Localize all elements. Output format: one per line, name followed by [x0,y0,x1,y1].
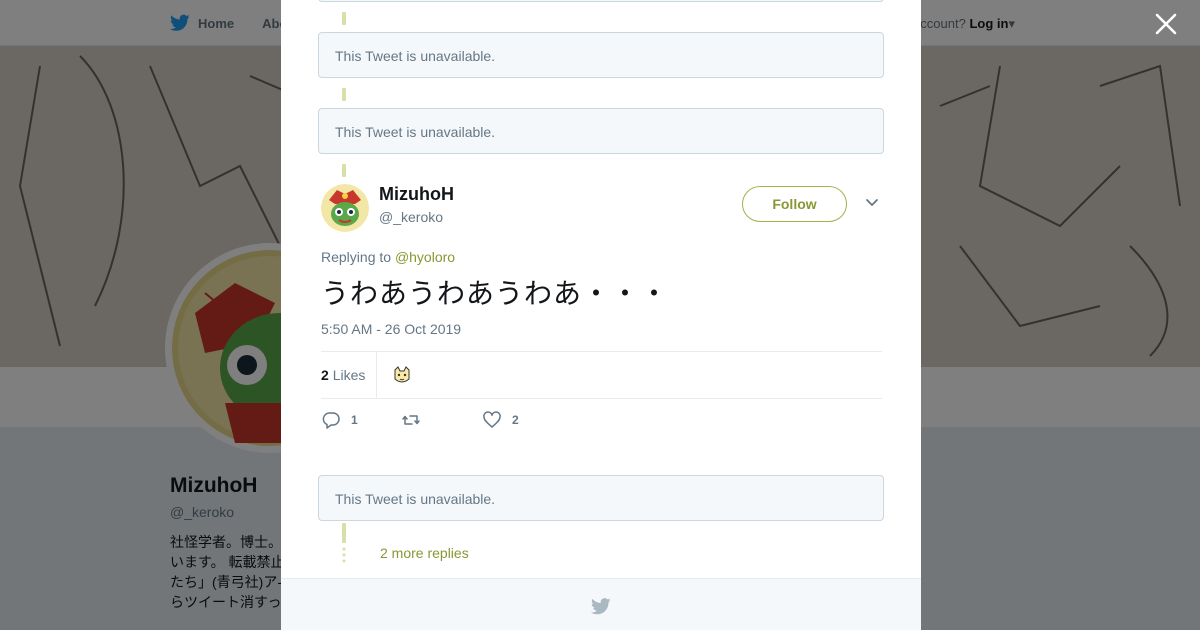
thread-dots-icon [342,547,346,563]
user-avatar-image [321,184,369,232]
reply-count: 1 [351,413,358,427]
liker-avatar[interactable] [391,364,413,386]
reply-icon [322,412,340,429]
tweet-author-handle[interactable]: @_keroko [379,209,443,225]
unavailable-tweet: This Tweet is unavailable. [318,475,884,521]
thread-line [342,523,346,543]
likes-label: Likes [332,367,366,383]
replying-to-link[interactable]: @hyoloro [395,249,455,265]
twitter-bird-icon[interactable] [591,598,611,615]
like-action[interactable]: 2 [482,410,519,430]
unavailable-tweet: This Tweet is unavailable. [318,108,884,154]
close-icon[interactable] [1154,12,1178,36]
liker-avatar-image [391,364,413,386]
retweet-action[interactable] [401,410,431,430]
tweet-header: MizuhoH @_keroko Follow [321,182,881,234]
likes-count: 2 [321,367,329,383]
like-count: 2 [512,413,519,427]
thread-line [342,164,346,177]
tweet-modal: This Tweet is unavailable. This Tweet is… [281,0,921,630]
thread-line [342,12,346,25]
reply-action[interactable]: 1 [321,410,358,430]
replying-to: Replying to @hyoloro [321,249,455,265]
tweet-timestamp[interactable]: 5:50 AM - 26 Oct 2019 [321,321,461,337]
modal-footer [281,578,921,630]
tweet-stats: 2 Likes [321,351,882,399]
tweet-actions: 1 2 [321,410,721,430]
replying-prefix: Replying to [321,249,392,265]
thread-line [342,88,346,101]
more-replies-link[interactable]: 2 more replies [380,545,469,561]
unavailable-tweet: This Tweet is unavailable. [318,0,884,2]
tweet-text: うわあうわあうわあ・・・ [321,277,670,310]
user-avatar[interactable] [321,184,369,232]
likes-stat[interactable]: 2 Likes [321,367,365,383]
stats-divider [376,352,377,398]
heart-icon [483,411,501,428]
retweet-icon [402,415,420,425]
tweet-author-name[interactable]: MizuhoH [379,184,454,205]
follow-button[interactable]: Follow [742,186,847,222]
unavailable-tweet: This Tweet is unavailable. [318,32,884,78]
chevron-down-icon[interactable] [865,198,879,208]
